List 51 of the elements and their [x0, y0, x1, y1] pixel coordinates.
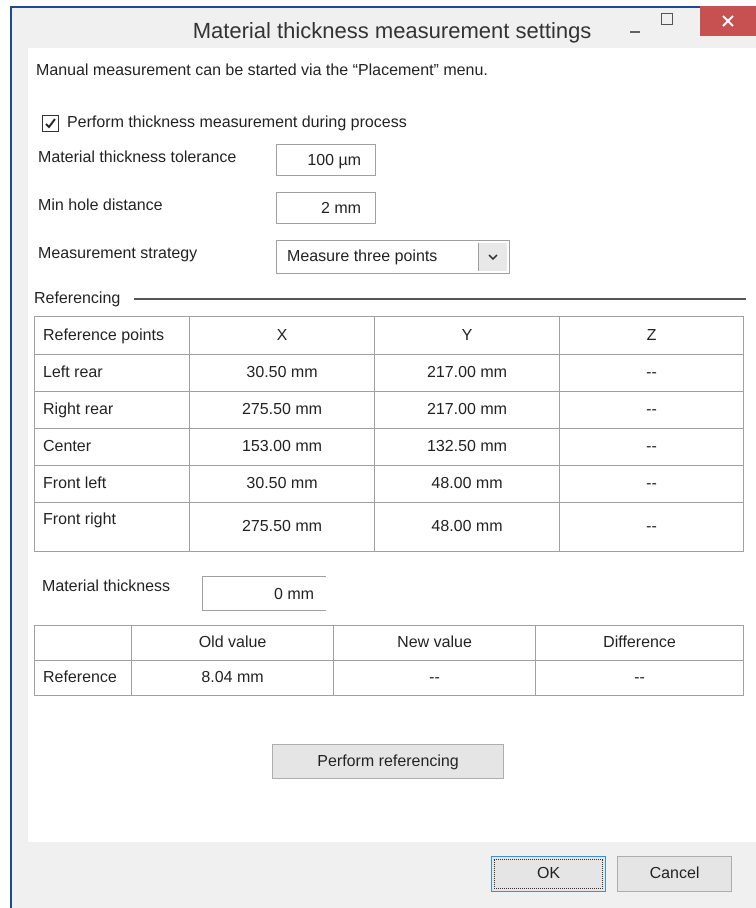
info-text: Manual measurement can be started via the “Placement” menu.: [36, 62, 489, 81]
table-cell: 30.50 mm: [190, 354, 374, 392]
input-field[interactable]: 2 mm: [276, 192, 376, 224]
table-cell: --: [560, 354, 744, 392]
table-cell: Front left: [34, 466, 190, 502]
table-cell: 275.50 mm: [190, 502, 374, 552]
chevron-down-icon: [488, 254, 498, 260]
perform-referencing-button[interactable]: Perform referencing: [272, 744, 504, 779]
column-header: New value: [334, 626, 536, 660]
table-cell: --: [560, 466, 744, 502]
table-cell: --: [560, 502, 744, 552]
maximize-icon[interactable]: [660, 12, 674, 26]
table-cell: 48.00 mm: [374, 466, 560, 502]
table-cell: 30.50 mm: [190, 466, 374, 502]
table-cell: Front right: [34, 502, 190, 552]
table-cell: 153.00 mm: [190, 428, 374, 466]
column-header: Y: [374, 316, 560, 354]
field-label: Measurement strategy: [38, 244, 198, 263]
dialog-button[interactable]: Cancel: [617, 856, 732, 892]
field-label: Material thickness: [42, 577, 172, 596]
window-title: Material thickness measurement settings: [192, 18, 592, 44]
table-cell: --: [560, 428, 744, 466]
checkbox[interactable]: [42, 114, 59, 132]
table-cell: 275.50 mm: [190, 392, 374, 428]
column-header: Z: [560, 316, 744, 354]
field-label: Material thickness tolerance: [38, 148, 238, 167]
table-cell: Right rear: [34, 392, 190, 428]
table-cell: 217.00 mm: [374, 354, 560, 392]
column-header: X: [190, 316, 374, 354]
input-field[interactable]: 100 µm: [276, 144, 376, 176]
table-cell: Center: [34, 428, 190, 466]
close-button[interactable]: [700, 6, 756, 36]
column-header: Difference: [536, 626, 744, 660]
column-header: Reference points: [34, 316, 190, 354]
column-header: Old value: [132, 626, 334, 660]
dropdown[interactable]: Measure three points: [276, 240, 510, 274]
table-cell: --: [560, 392, 744, 428]
field-label: Min hole distance: [38, 196, 164, 215]
table-cell: 217.00 mm: [374, 392, 560, 428]
table-cell: --: [334, 660, 536, 696]
close-icon: [722, 15, 734, 27]
dialog-button[interactable]: OK: [491, 856, 606, 892]
row-header: Reference: [34, 660, 132, 696]
table-cell: 48.00 mm: [374, 502, 560, 552]
table-cell: 132.50 mm: [374, 428, 560, 466]
input-field[interactable]: 0 mm: [202, 576, 326, 611]
checkbox-label[interactable]: Perform thickness measurement during process: [67, 114, 407, 132]
table-cell: 8.04 mm: [132, 660, 334, 696]
section-title: Referencing: [34, 290, 120, 308]
table-cell: Left rear: [34, 354, 190, 392]
table-cell: --: [536, 660, 744, 696]
